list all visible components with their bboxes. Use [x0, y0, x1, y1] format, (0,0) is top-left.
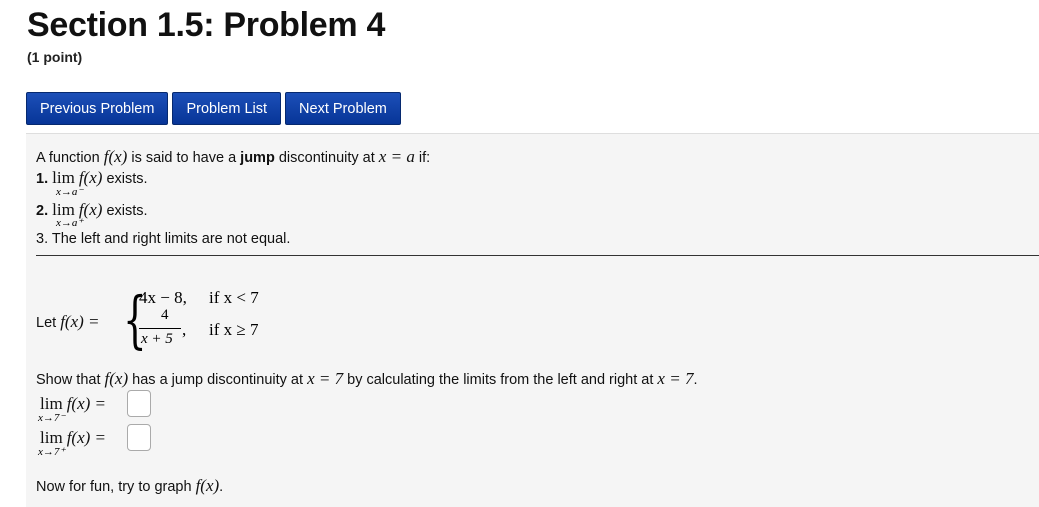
- problem-body: A function f(x) is said to have a jump d…: [26, 133, 1039, 507]
- case2-denominator: x + 5: [141, 331, 173, 347]
- problem-list-button[interactable]: Problem List: [172, 92, 282, 125]
- fraction-bar: [139, 328, 181, 329]
- next-problem-button[interactable]: Next Problem: [285, 92, 401, 125]
- math-fx: f(x) =: [66, 428, 107, 447]
- math-fx: f(x): [103, 147, 128, 166]
- page-title: Section 1.5: Problem 4: [27, 6, 386, 44]
- jump-keyword: jump: [240, 150, 275, 166]
- math-fx: f(x): [104, 369, 129, 388]
- math-eq: x = a: [378, 147, 415, 166]
- points-label: (1 point): [27, 49, 83, 65]
- graph-prompt: Now for fun, try to graph f(x).: [36, 476, 224, 495]
- lim-subscript: x→a⁻: [56, 186, 84, 198]
- let-definition: Let f(x) =: [36, 312, 100, 331]
- condition-1: 1. lim f(x) exists.: [36, 168, 148, 187]
- lim-subscript: x→7⁺: [38, 446, 66, 458]
- condition-2: 2. lim f(x) exists.: [36, 200, 148, 219]
- definition-intro: A function f(x) is said to have a jump d…: [36, 147, 431, 166]
- case2-condition: if x ≥ 7: [209, 320, 259, 339]
- condition-3: 3. The left and right limits are not equ…: [36, 231, 291, 247]
- lim-subscript: x→7⁻: [38, 412, 66, 424]
- case1-condition: if x < 7: [209, 288, 259, 307]
- question-text: Show that f(x) has a jump discontinuity …: [36, 369, 698, 388]
- lim-subscript: x→a⁺: [56, 217, 84, 229]
- problem-nav: Previous Problem Problem List Next Probl…: [26, 92, 401, 125]
- math-fx: f(x): [195, 476, 220, 495]
- case2-comma: ,: [182, 320, 187, 339]
- case2-numerator: 4: [161, 307, 169, 323]
- math-eq: x = 7: [307, 369, 344, 388]
- math-fx: f(x) =: [60, 312, 100, 331]
- math-eq: x = 7: [657, 369, 694, 388]
- left-limit-answer-input[interactable]: [127, 390, 151, 417]
- section-divider: [36, 255, 1039, 256]
- case1-expression: 4x − 8,: [139, 288, 187, 307]
- math-fx: f(x) =: [66, 394, 107, 413]
- right-limit-answer-input[interactable]: [127, 424, 151, 451]
- previous-problem-button[interactable]: Previous Problem: [26, 92, 169, 125]
